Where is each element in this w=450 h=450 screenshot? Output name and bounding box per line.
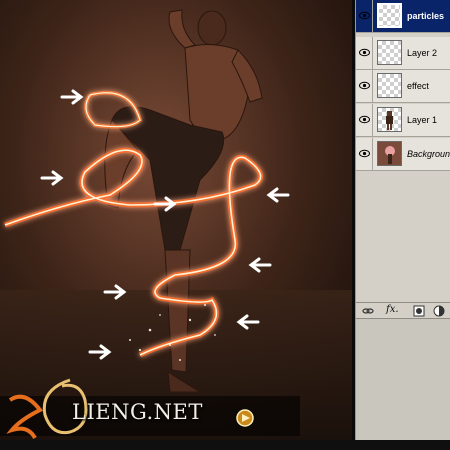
layer-thumbnail — [377, 141, 402, 166]
layer-row-background[interactable]: Background — [356, 138, 450, 171]
panel-empty-area — [356, 319, 450, 440]
photo-thumbnail-icon — [378, 142, 401, 165]
layer-row-layer-1[interactable]: Layer 1 — [356, 104, 450, 137]
adjustment-layer-icon[interactable] — [433, 305, 445, 317]
layer-thumbnail — [377, 73, 402, 98]
visibility-toggle[interactable] — [356, 104, 373, 136]
arrow-right-icon — [60, 89, 84, 105]
arrow-left-icon — [236, 314, 260, 330]
visibility-toggle[interactable] — [356, 70, 373, 102]
link-icon[interactable] — [362, 305, 374, 317]
eye-icon — [359, 81, 370, 90]
layer-name: effect — [407, 81, 429, 91]
arrow-right-icon — [88, 344, 112, 360]
eye-icon — [359, 48, 370, 57]
watermark-text: LIENG.NET — [72, 400, 203, 424]
eye-icon — [359, 149, 370, 158]
fx-label: fx. — [386, 304, 399, 315]
arrow-left-icon — [266, 187, 290, 203]
arrow-right-icon — [153, 196, 177, 212]
layers-panel-footer: fx. — [356, 302, 450, 319]
layer-name: Layer 1 — [407, 115, 438, 125]
layer-name: particles — [407, 11, 445, 21]
layer-thumbnail — [377, 40, 402, 65]
eye-icon — [359, 11, 370, 20]
bottom-status-strip — [0, 440, 450, 450]
layer-mask-icon[interactable] — [413, 305, 425, 317]
layer-row-effect[interactable]: effect — [356, 70, 450, 103]
arrow-right-icon — [103, 284, 127, 300]
visibility-toggle[interactable] — [356, 138, 373, 170]
layer-thumbnail — [377, 107, 402, 132]
layer-row-layer-2[interactable]: Layer 2 — [356, 37, 450, 70]
arrow-left-icon — [248, 257, 272, 273]
layer-row-particles[interactable]: particles — [356, 0, 450, 33]
layers-panel: particles Layer 2 effect Layer 1 Backgro… — [355, 0, 450, 440]
arrow-right-icon — [40, 170, 64, 186]
visibility-toggle[interactable] — [356, 0, 373, 32]
layer-thumbnail — [377, 3, 402, 28]
figure-thumbnail-icon — [386, 111, 393, 130]
document-canvas[interactable]: LIENG.NET — [0, 0, 352, 440]
layer-name: Layer 2 — [407, 48, 438, 58]
visibility-toggle[interactable] — [356, 37, 373, 69]
layer-name: Background — [407, 149, 450, 159]
fx-button[interactable]: fx. — [386, 304, 402, 317]
eye-icon — [359, 115, 370, 124]
